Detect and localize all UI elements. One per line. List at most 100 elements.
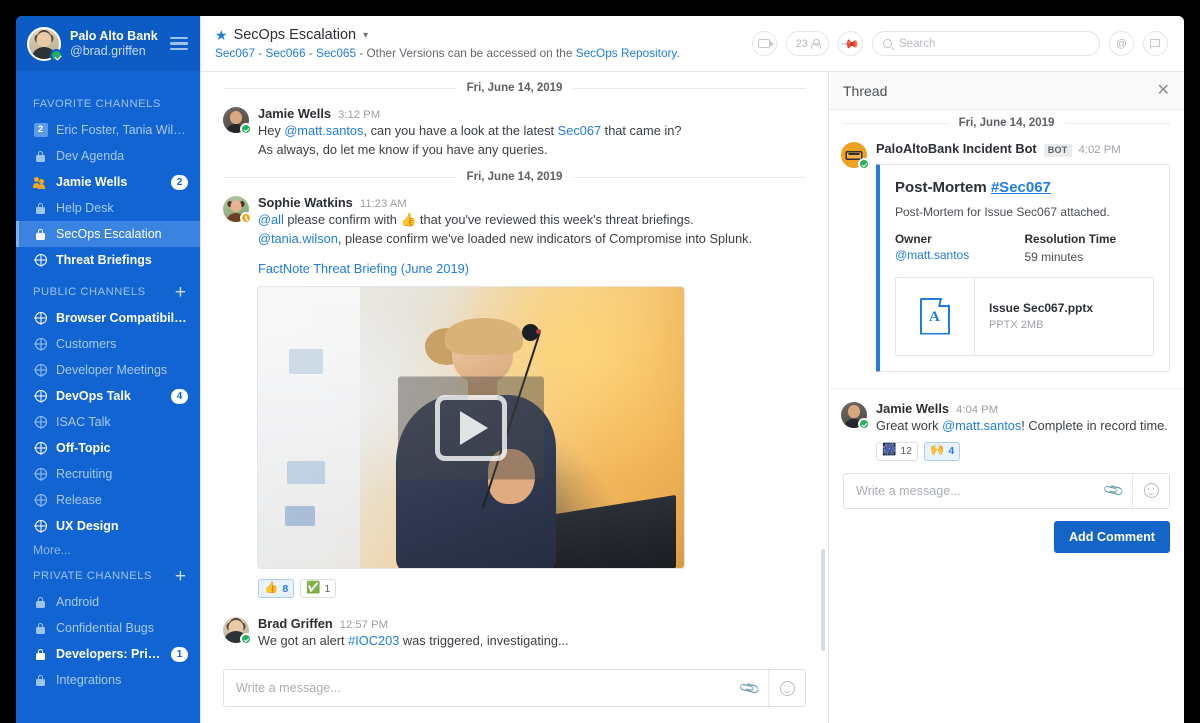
sidebar-item-integrations[interactable]: Integrations: [16, 667, 200, 693]
card-issue-link[interactable]: #Sec067: [991, 179, 1051, 196]
avatar[interactable]: [223, 107, 252, 135]
sidebar-header: Palo Alto Bank @brad.griffen: [16, 16, 200, 71]
breadcrumb-period: .: [676, 46, 680, 60]
sidebar-item-confidential-bugs[interactable]: Confidential Bugs: [16, 615, 200, 641]
attach-button[interactable]: 📎: [1096, 479, 1132, 502]
sidebar-item-android[interactable]: Android: [16, 589, 200, 615]
video-call-button[interactable]: [751, 31, 777, 56]
online-status-icon: [858, 158, 870, 170]
reaction-chip[interactable]: ✅ 1: [300, 579, 337, 598]
paperclip-icon: 📎: [737, 676, 762, 700]
pin-icon: 📌: [840, 33, 861, 54]
sidebar-item-label: Threat Briefings: [56, 253, 152, 267]
version-link-3[interactable]: Sec065: [316, 46, 356, 60]
user-avatar[interactable]: [27, 26, 63, 62]
app-window: Palo Alto Bank @brad.griffen FAVORITE CH…: [16, 16, 1184, 723]
pinned-button[interactable]: 📌: [838, 31, 863, 56]
paperclip-icon: 📎: [1101, 478, 1126, 502]
video-icon: [758, 39, 775, 48]
text: ! Complete in record time.: [1021, 417, 1168, 433]
message-text-line-2: As always, do let me know if you have an…: [258, 142, 548, 157]
menu-icon[interactable]: [170, 37, 188, 51]
reaction-chip[interactable]: 🙌 4: [924, 441, 961, 461]
sidebar-item-help-desk[interactable]: Help Desk: [16, 195, 200, 221]
add-comment-button[interactable]: Add Comment: [1053, 520, 1170, 553]
thumbs-up-icon: 👍: [400, 212, 417, 227]
resolution-value: 59 minutes: [1024, 249, 1084, 264]
sidebar-item-secops-escalation[interactable]: SecOps Escalation: [16, 221, 200, 247]
members-button[interactable]: 23: [785, 31, 829, 56]
globe-icon: [34, 390, 47, 402]
flagged-button[interactable]: [1143, 31, 1168, 56]
sidebar-more-link[interactable]: More...: [16, 539, 200, 557]
mention-link-all[interactable]: @all: [258, 212, 284, 227]
sidebar-item-release[interactable]: Release: [16, 487, 200, 513]
play-button-icon[interactable]: [435, 394, 507, 461]
mention-link[interactable]: @matt.santos: [284, 123, 363, 138]
sidebar-item-ux-design[interactable]: UX Design: [16, 513, 200, 539]
globe-icon: [34, 494, 47, 506]
video-title-link[interactable]: FactNote Threat Briefing (June 2019): [258, 261, 806, 276]
version-link-2[interactable]: Sec066: [266, 46, 306, 60]
message-input[interactable]: [224, 681, 732, 695]
mention-link-tania[interactable]: @tania.wilson: [258, 231, 338, 246]
favorite-star-icon[interactable]: ★: [215, 28, 228, 42]
online-status-icon: [240, 633, 252, 645]
sidebar-item-devops-talk[interactable]: DevOps Talk 4: [16, 383, 200, 409]
thread-header: Thread ✕: [829, 72, 1184, 110]
avatar[interactable]: [841, 142, 870, 170]
add-channel-button[interactable]: +: [175, 567, 186, 586]
text: Great work: [876, 417, 943, 433]
reaction-chip[interactable]: 👍 8: [258, 579, 295, 598]
thread-message-input[interactable]: [844, 483, 1096, 498]
member-count: 23: [795, 37, 808, 50]
sidebar-item-isac-talk[interactable]: ISAC Talk: [16, 409, 200, 435]
sidebar-item-developers-private[interactable]: Developers: Private 1: [16, 641, 200, 667]
mentions-button[interactable]: @: [1109, 31, 1134, 56]
text: , can you have a look at the latest: [363, 123, 558, 138]
thread-title: Thread: [843, 82, 888, 99]
sidebar-item-browser-compatibility[interactable]: Browser Compatibility: [16, 305, 200, 331]
reaction-chip[interactable]: 🎆 12: [876, 441, 919, 461]
attachment-card[interactable]: A Issue Sec067.pptx PPTX 2MB: [895, 276, 1154, 356]
emoji-button[interactable]: [1133, 483, 1169, 498]
scrollbar[interactable]: [821, 549, 825, 651]
sidebar-item-label: Off-Topic: [56, 441, 111, 455]
ioc-link[interactable]: #IOC203: [348, 633, 399, 648]
avatar[interactable]: [223, 196, 252, 224]
video-thumbnail[interactable]: [258, 287, 684, 568]
sidebar-item-customers[interactable]: Customers: [16, 331, 200, 357]
sidebar-item-jamie-wells[interactable]: Jamie Wells 2: [16, 169, 200, 195]
message-composer: 📎: [201, 661, 828, 723]
chevron-down-icon[interactable]: ▾: [363, 30, 368, 41]
attach-button[interactable]: 📎: [732, 676, 768, 699]
post-mortem-card: Post-Mortem #Sec067 Post-Mortem for Issu…: [876, 163, 1170, 372]
sidebar-item-developer-meetings[interactable]: Developer Meetings: [16, 357, 200, 383]
message-text-line-1: Hey @matt.santos, can you have a look at…: [258, 121, 806, 140]
add-channel-button[interactable]: +: [175, 283, 186, 302]
emoji-button[interactable]: [769, 680, 805, 696]
sidebar-item-eric-foster-tania-wilson[interactable]: 2 Eric Foster, Tania Wilson: [16, 117, 200, 143]
avatar[interactable]: [223, 617, 252, 645]
version-link-1[interactable]: Sec067: [215, 46, 255, 60]
owner-value[interactable]: @matt.santos: [895, 248, 969, 262]
close-icon[interactable]: ✕: [1157, 82, 1170, 99]
avatar[interactable]: [841, 401, 870, 430]
repository-link[interactable]: SecOps Repository: [576, 46, 677, 60]
unread-badge: 1: [171, 646, 188, 662]
background-banner: [258, 287, 361, 568]
mention-link[interactable]: @matt.santos: [942, 418, 1021, 433]
globe-icon: [34, 520, 47, 532]
sidebar: Palo Alto Bank @brad.griffen FAVORITE CH…: [16, 16, 200, 723]
microphone: [522, 323, 542, 341]
sidebar-item-threat-briefings[interactable]: Threat Briefings: [16, 247, 200, 273]
sidebar-item-recruiting[interactable]: Recruiting: [16, 461, 200, 487]
globe-icon: [34, 468, 47, 480]
search-input[interactable]: Search: [872, 31, 1100, 56]
sidebar-item-off-topic[interactable]: Off-Topic: [16, 435, 200, 461]
unread-badge: 4: [171, 388, 188, 404]
text: , please confirm we've loaded new indica…: [337, 231, 753, 246]
issue-link[interactable]: Sec067: [558, 123, 601, 138]
sidebar-item-dev-agenda[interactable]: Dev Agenda: [16, 143, 200, 169]
lock-icon: [36, 622, 45, 634]
